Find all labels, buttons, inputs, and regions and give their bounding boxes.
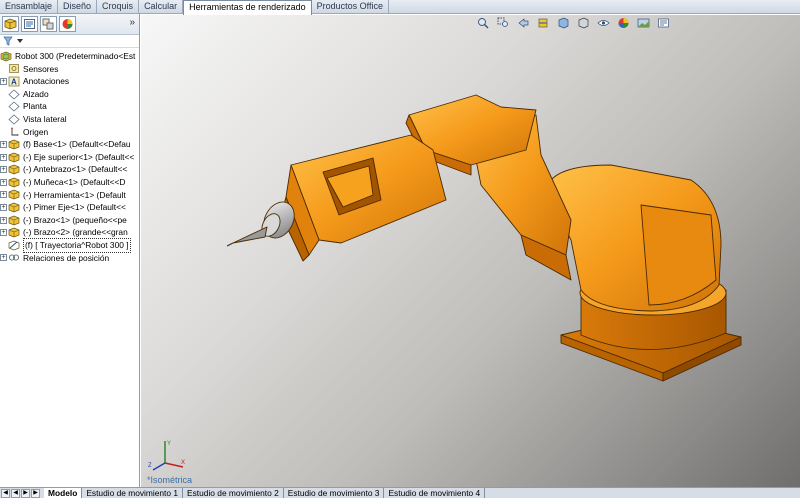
chevron-down-icon — [17, 38, 23, 43]
tab-herramientas-renderizado[interactable]: Herramientas de renderizado — [183, 0, 312, 15]
tree-item-label: (-) Muñeca<1> (Default<<D — [23, 176, 126, 187]
tree-item-label: Alzado — [23, 88, 49, 99]
plane-icon — [8, 101, 20, 112]
tab-productos-office[interactable]: Productos Office — [312, 0, 390, 14]
tree-item-root-assembly[interactable]: Robot 300 (Predeterminado<Est — [0, 50, 139, 63]
sensors-icon — [8, 63, 20, 74]
plane-icon — [8, 114, 20, 125]
tree-item-label: (-) Herramienta<1> (Default — [23, 189, 126, 200]
part-icon — [8, 189, 20, 200]
tab-calcular[interactable]: Calcular — [139, 0, 184, 14]
last-tab-icon[interactable]: ▶ — [31, 488, 40, 498]
part-icon — [8, 202, 20, 213]
plane-icon — [8, 89, 20, 100]
feature-tree: Robot 300 (Predeterminado<Est Sensores +… — [0, 48, 139, 264]
feature-tree-tab-icon[interactable] — [2, 16, 19, 32]
configuration-manager-tab-icon[interactable] — [40, 16, 57, 32]
part-icon — [8, 227, 20, 238]
tree-item-base[interactable]: + (f) Base<1> (Default<<Defau — [0, 138, 139, 151]
tree-item-label: Vista lateral — [23, 113, 67, 124]
tab-croquis[interactable]: Croquis — [97, 0, 140, 14]
part-icon — [8, 152, 20, 163]
tree-item-brazo-1[interactable]: + (-) Brazo<1> (pequeño<<pe — [0, 214, 139, 227]
graphics-viewport[interactable]: Y X Z *Isométrica — [141, 15, 800, 487]
annotations-icon: A — [8, 76, 20, 87]
expand-toggle-icon[interactable]: + — [0, 254, 7, 262]
next-tab-icon[interactable]: ▶ — [21, 488, 30, 498]
prev-tab-icon[interactable]: ◀ — [11, 488, 20, 498]
expand-toggle-icon[interactable]: + — [0, 203, 7, 211]
solidworks-window: Ensamblaje Diseño Croquis Calcular Herra… — [0, 0, 800, 498]
tool-tip — [232, 226, 268, 244]
expand-toggle-icon[interactable]: + — [0, 191, 7, 199]
origin-icon — [8, 126, 20, 137]
expand-toggle-icon[interactable]: + — [0, 140, 7, 148]
svg-text:Y: Y — [167, 441, 171, 447]
tree-item-muneca[interactable]: + (-) Muñeca<1> (Default<<D — [0, 176, 139, 189]
tree-item-planta[interactable]: Planta — [0, 100, 139, 113]
tree-item-label: Anotaciones — [23, 76, 70, 87]
feature-manager-panel: » Robot 300 (Predeterminado<Est Sensores — [0, 14, 140, 487]
mates-icon — [8, 252, 20, 263]
part-icon — [8, 177, 20, 188]
tree-item-label: (-) Antebrazo<1> (Default<< — [23, 164, 128, 175]
filter-icon — [3, 36, 13, 46]
tree-item-antebrazo[interactable]: + (-) Antebrazo<1> (Default<< — [0, 163, 139, 176]
tree-item-label: (-) Eje superior<1> (Default<< — [23, 151, 135, 162]
expand-toggle-icon[interactable]: + — [0, 216, 7, 224]
tab-estudio-movimiento-1[interactable]: Estudio de movimiento 1 — [82, 488, 184, 498]
tree-item-sensores[interactable]: Sensores — [0, 63, 139, 76]
tree-item-anotaciones[interactable]: + A Anotaciones — [0, 75, 139, 88]
expand-toggle-icon[interactable]: + — [0, 77, 7, 85]
tree-item-trayectoria[interactable]: (f) [ Trayectoria^Robot 300 ] — [0, 237, 139, 253]
part-icon — [8, 215, 20, 226]
tree-item-relaciones[interactable]: + Relaciones de posición — [0, 252, 139, 265]
expand-toggle-icon[interactable]: + — [0, 178, 7, 186]
tree-item-label: Origen — [23, 126, 49, 137]
view-orientation-label: *Isométrica — [147, 475, 193, 485]
expand-toggle-icon[interactable]: + — [0, 153, 7, 161]
part-icon — [8, 139, 20, 150]
tree-item-label: (f) Base<1> (Default<<Defau — [23, 139, 131, 150]
tree-item-label: Relaciones de posición — [23, 252, 110, 263]
expand-panel-icon[interactable]: » — [129, 17, 135, 28]
sketch-part-icon — [8, 240, 20, 251]
motion-study-tab-bar: ◀ ◀ ▶ ▶ Modelo Estudio de movimiento 1 E… — [0, 487, 800, 498]
tree-item-label: (-) Brazo<1> (pequeño<<pe — [23, 214, 127, 225]
tree-item-pimer-eje[interactable]: + (-) Pimer Eje<1> (Default<< — [0, 201, 139, 214]
part-icon — [8, 164, 20, 175]
command-tab-bar: Ensamblaje Diseño Croquis Calcular Herra… — [0, 0, 800, 15]
tab-estudio-movimiento-4[interactable]: Estudio de movimiento 4 — [384, 488, 486, 498]
tree-item-eje-superior[interactable]: + (-) Eje superior<1> (Default<< — [0, 151, 139, 164]
tree-item-alzado[interactable]: Alzado — [0, 88, 139, 101]
robot-model[interactable] — [141, 15, 800, 487]
svg-text:Z: Z — [148, 463, 152, 469]
tab-modelo[interactable]: Modelo — [44, 488, 83, 498]
tree-item-herramienta[interactable]: + (-) Herramienta<1> (Default — [0, 189, 139, 202]
tree-item-label: Robot 300 (Predeterminado<Est — [15, 51, 136, 61]
property-manager-tab-icon[interactable] — [21, 16, 38, 32]
tab-ensamblaje[interactable]: Ensamblaje — [0, 0, 59, 14]
tree-item-label: (-) Pimer Eje<1> (Default<< — [23, 202, 126, 213]
first-tab-icon[interactable]: ◀ — [1, 488, 10, 498]
tree-item-origen[interactable]: Origen — [0, 126, 139, 139]
tab-estudio-movimiento-2[interactable]: Estudio de movimiento 2 — [183, 488, 284, 498]
tree-item-vista-lateral[interactable]: Vista lateral — [0, 113, 139, 126]
svg-text:A: A — [11, 77, 17, 86]
tree-item-label: Sensores — [23, 63, 59, 74]
feature-manager-tabs: » — [0, 14, 139, 35]
tree-item-label: Planta — [23, 101, 47, 112]
coordinate-triad-icon: Y X Z — [148, 441, 185, 471]
tab-estudio-movimiento-3[interactable]: Estudio de movimiento 3 — [284, 488, 385, 498]
expand-toggle-icon[interactable]: + — [0, 166, 7, 174]
display-manager-tab-icon[interactable] — [59, 16, 76, 32]
expand-toggle-icon[interactable]: + — [0, 229, 7, 237]
tree-item-label: (f) [ Trayectoria^Robot 300 ] — [23, 237, 131, 253]
feature-filter[interactable] — [0, 35, 139, 48]
assembly-icon — [0, 51, 12, 62]
svg-text:X: X — [181, 460, 185, 466]
tab-diseno[interactable]: Diseño — [58, 0, 98, 14]
